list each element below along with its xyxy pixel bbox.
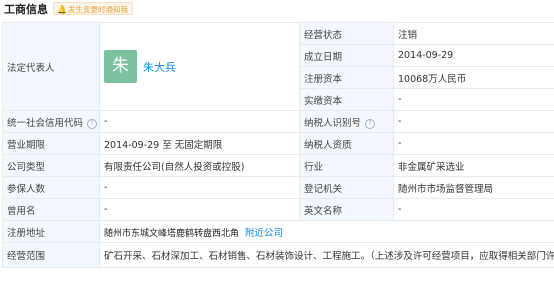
industry-label: 行业 — [299, 154, 394, 177]
company-type-value: 有限责任公司(自然人投资或控股) — [99, 154, 300, 177]
scope-label: 经营范围 — [2, 242, 100, 268]
address-label: 注册地址 — [2, 220, 100, 243]
section-title: 工商信息 — [4, 3, 48, 16]
bell-icon: 🔔 — [57, 5, 67, 14]
english-name-label: 英文名称 — [299, 198, 394, 221]
taxpayer-id-value: - — [393, 110, 554, 133]
term-value: 2014-09-29 至 无固定期限 — [99, 132, 300, 155]
paid-capital-value: - — [393, 88, 554, 111]
former-name-value: - — [99, 198, 300, 221]
legal-rep-name-link[interactable]: 朱大兵 — [143, 61, 176, 74]
insured-label: 参保人数 — [2, 176, 100, 199]
authority-value: 随州市市场监督管理局 — [393, 176, 554, 199]
english-name-value: - — [393, 198, 554, 221]
industry-value: 非金属矿采选业 — [393, 154, 554, 177]
authority-label: 登记机关 — [299, 176, 394, 199]
nearby-companies-link[interactable]: 附近公司 — [245, 228, 283, 239]
status-label: 经营状态 — [299, 22, 394, 45]
reg-capital-value: 10068万人民币 — [393, 66, 554, 89]
business-info-table: 法定代表人 朱朱大兵 经营状态 注销 成立日期 2014-09-29 注册资本 … — [2, 22, 554, 268]
avatar: 朱 — [104, 50, 137, 83]
taxpayer-id-label-cell: 纳税人识别号? — [299, 110, 394, 133]
notify-label: 发生变更时通知我 — [67, 5, 128, 14]
help-icon[interactable]: ? — [365, 118, 376, 129]
help-icon[interactable]: ? — [87, 118, 98, 129]
address-value: 随州市东城文峰塔鹿鹤转盘西北角 — [104, 228, 240, 239]
taxpayer-id-label: 纳税人识别号 — [304, 117, 362, 129]
founded-value: 2014-09-29 — [393, 44, 554, 67]
taxpayer-qual-value: - — [393, 132, 554, 155]
credit-code-label-cell: 统一社会信用代码? — [2, 110, 100, 133]
notify-on-change-button[interactable]: 🔔发生变更时通知我 — [53, 2, 133, 15]
legal-rep-label: 法定代表人 — [2, 22, 100, 111]
address-cell: 随州市东城文峰塔鹿鹤转盘西北角 附近公司 — [99, 220, 554, 243]
scope-value: 矿石开采、石材深加工、石材销售、石材装饰设计、工程施工。（上述涉及许可经营项目，… — [99, 242, 554, 268]
term-label: 营业期限 — [2, 132, 100, 155]
insured-value: - — [99, 176, 300, 199]
legal-rep-cell: 朱朱大兵 — [99, 22, 300, 111]
former-name-label: 曾用名 — [2, 198, 100, 221]
credit-code-label: 统一社会信用代码 — [7, 117, 84, 129]
taxpayer-qual-label: 纳税人资质 — [299, 132, 394, 155]
credit-code-value: - — [99, 110, 300, 133]
founded-label: 成立日期 — [299, 44, 394, 67]
section-header: 工商信息 🔔发生变更时通知我 — [0, 0, 554, 17]
status-value: 注销 — [393, 22, 554, 45]
reg-capital-label: 注册资本 — [299, 66, 394, 89]
paid-capital-label: 实缴资本 — [299, 88, 394, 111]
company-type-label: 公司类型 — [2, 154, 100, 177]
